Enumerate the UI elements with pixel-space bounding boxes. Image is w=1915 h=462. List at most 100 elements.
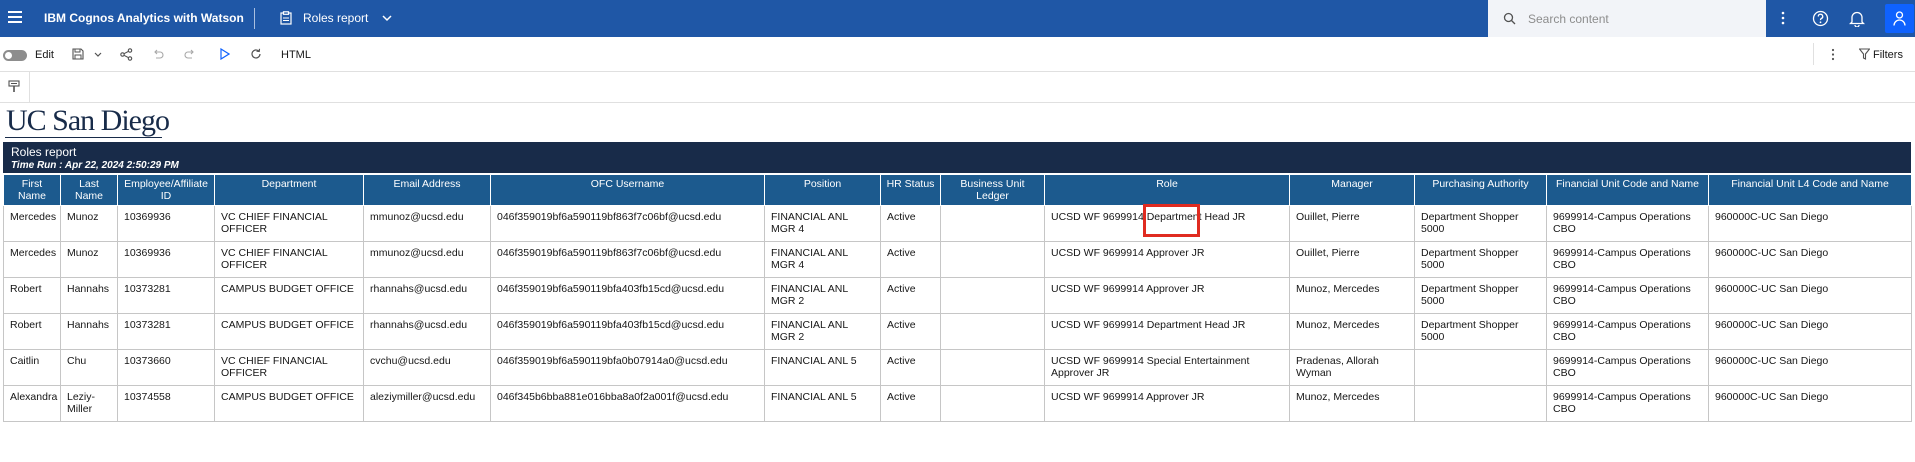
table-cell [940, 241, 1045, 278]
table-cell: 10369936 [117, 205, 215, 242]
column-header[interactable]: Role [1044, 174, 1290, 206]
table-cell [940, 349, 1045, 386]
table-cell: Caitlin [3, 349, 61, 386]
table-header-row: First Name Last Name Employee/Affiliate ID… [3, 174, 1912, 206]
report-icon [280, 11, 292, 25]
table-cell: Active [880, 313, 941, 350]
table-cell [1414, 385, 1547, 422]
table-cell: Pradenas, Allorah Wyman [1289, 349, 1415, 386]
column-header[interactable]: HR Status [880, 174, 941, 206]
table-cell: FINANCIAL ANL MGR 4 [764, 241, 881, 278]
table-cell: Active [880, 349, 941, 386]
table-cell: CAMPUS BUDGET OFFICE [214, 385, 364, 422]
notification-bell-icon[interactable] [1849, 10, 1865, 27]
table-row: Mercedes Munoz 10369936 VC CHIEF FINANCIAL … [3, 241, 1912, 278]
table-cell: Mercedes [3, 205, 61, 242]
paint-brush-icon[interactable] [8, 80, 20, 93]
table-cell: 960000C-UC San Diego [1708, 349, 1912, 386]
report-heading: Roles report [11, 145, 77, 159]
table-row: Mercedes Munoz 10369936 VC CHIEF FINANCIAL … [3, 205, 1912, 242]
table-cell: Mercedes [3, 241, 61, 278]
table-cell: Hannahs [60, 313, 118, 350]
column-header[interactable]: Financial Unit L4 Code and Name [1708, 174, 1912, 206]
user-avatar-button[interactable] [1885, 4, 1914, 33]
table-cell: aleziymiller@ucsd.edu [363, 385, 491, 422]
table-cell: Department Shopper 5000 [1414, 313, 1547, 350]
undo-icon[interactable] [152, 48, 164, 60]
search-box[interactable] [1488, 0, 1766, 37]
user-icon [1893, 11, 1906, 26]
table-cell: 960000C-UC San Diego [1708, 205, 1912, 242]
column-header[interactable]: Position [764, 174, 881, 206]
chevron-down-icon[interactable] [381, 12, 393, 24]
table-cell: Active [880, 205, 941, 242]
edit-toggle[interactable] [3, 50, 27, 61]
share-icon[interactable] [120, 48, 133, 61]
table-cell: FINANCIAL ANL 5 [764, 349, 881, 386]
table-cell [940, 385, 1045, 422]
table-cell: 9699914-Campus Operations CBO [1546, 277, 1709, 314]
table-cell: Active [880, 277, 941, 314]
save-icon[interactable] [72, 48, 84, 60]
table-cell: 9699914-Campus Operations CBO [1546, 349, 1709, 386]
table-cell: Hannahs [60, 277, 118, 314]
run-icon[interactable] [219, 48, 230, 60]
table-cell: rhannahs@ucsd.edu [363, 313, 491, 350]
table-cell: 10369936 [117, 241, 215, 278]
column-header[interactable]: Purchasing Authority [1414, 174, 1547, 206]
table-cell: UCSD WF 9699914 Approver JR [1044, 277, 1290, 314]
refresh-icon[interactable] [250, 48, 262, 60]
column-header[interactable]: OFC Username [490, 174, 765, 206]
column-header[interactable]: Email Address [363, 174, 491, 206]
app-name: IBM Cognos Analytics with Watson [44, 11, 244, 25]
table-cell: UCSD WF 9699914 Approver JR [1044, 385, 1290, 422]
report-title-dropdown[interactable]: Roles report [303, 11, 368, 25]
table-cell: FINANCIAL ANL 5 [764, 385, 881, 422]
table-cell: 046f359019bf6a590119bfa403fb15cd@ucsd.ed… [490, 313, 765, 350]
table-cell: 10373281 [117, 277, 215, 314]
table-cell: Leziy-Miller [60, 385, 118, 422]
highlight-annotation [1143, 204, 1200, 237]
column-header[interactable]: First Name [3, 174, 61, 206]
toolbar-overflow-icon[interactable] [1831, 48, 1835, 61]
table-cell: 9699914-Campus Operations CBO [1546, 313, 1709, 350]
column-header[interactable]: Manager [1289, 174, 1415, 206]
table-cell: UCSD WF 9699914 Approver JR [1044, 241, 1290, 278]
table-cell: UCSD WF 9699914 Special Entertainment Ap… [1044, 349, 1290, 386]
table-cell: 960000C-UC San Diego [1708, 385, 1912, 422]
redo-icon[interactable] [184, 48, 196, 60]
help-icon[interactable] [1812, 10, 1829, 27]
table-cell: Robert [3, 277, 61, 314]
search-input[interactable] [1526, 8, 1750, 30]
table-cell: Munoz [60, 241, 118, 278]
table-cell: Robert [3, 313, 61, 350]
table-row: Robert Hannahs 10373281 CAMPUS BUDGET OFFIC… [3, 313, 1912, 350]
table-cell [940, 277, 1045, 314]
column-header[interactable]: Business Unit Ledger [940, 174, 1045, 206]
output-format-button[interactable]: HTML [281, 49, 311, 61]
table-row: Robert Hannahs 10373281 CAMPUS BUDGET OFFIC… [3, 277, 1912, 314]
table-cell: Alexandra [3, 385, 61, 422]
secondary-toolbar [0, 71, 1915, 103]
table-cell: 046f359019bf6a590119bfa0b07914a0@ucsd.ed… [490, 349, 765, 386]
table-cell: 9699914-Campus Operations CBO [1546, 385, 1709, 422]
table-cell: VC CHIEF FINANCIAL OFFICER [214, 241, 364, 278]
toolbar-divider [1813, 43, 1814, 65]
save-chevron-down-icon[interactable] [94, 51, 102, 59]
column-header[interactable]: Last Name [60, 174, 118, 206]
column-header[interactable]: Financial Unit Code and Name [1546, 174, 1709, 206]
filter-icon[interactable] [1859, 48, 1870, 60]
table-cell: FINANCIAL ANL MGR 2 [764, 277, 881, 314]
table-cell: 10374558 [117, 385, 215, 422]
secondary-toolbar-divider [29, 71, 30, 102]
column-header[interactable]: Employee/Affiliate ID [117, 174, 215, 206]
table-cell: Munoz, Mercedes [1289, 313, 1415, 350]
column-header[interactable]: Department [214, 174, 364, 206]
filters-button[interactable]: Filters [1873, 49, 1903, 61]
table-cell: mmunoz@ucsd.edu [363, 205, 491, 242]
table-cell: CAMPUS BUDGET OFFICE [214, 277, 364, 314]
time-run: Time Run : Apr 22, 2024 2:50:29 PM [11, 160, 179, 171]
header-divider [254, 8, 255, 29]
menu-icon[interactable] [8, 11, 22, 25]
overflow-menu-icon[interactable] [1781, 10, 1785, 26]
